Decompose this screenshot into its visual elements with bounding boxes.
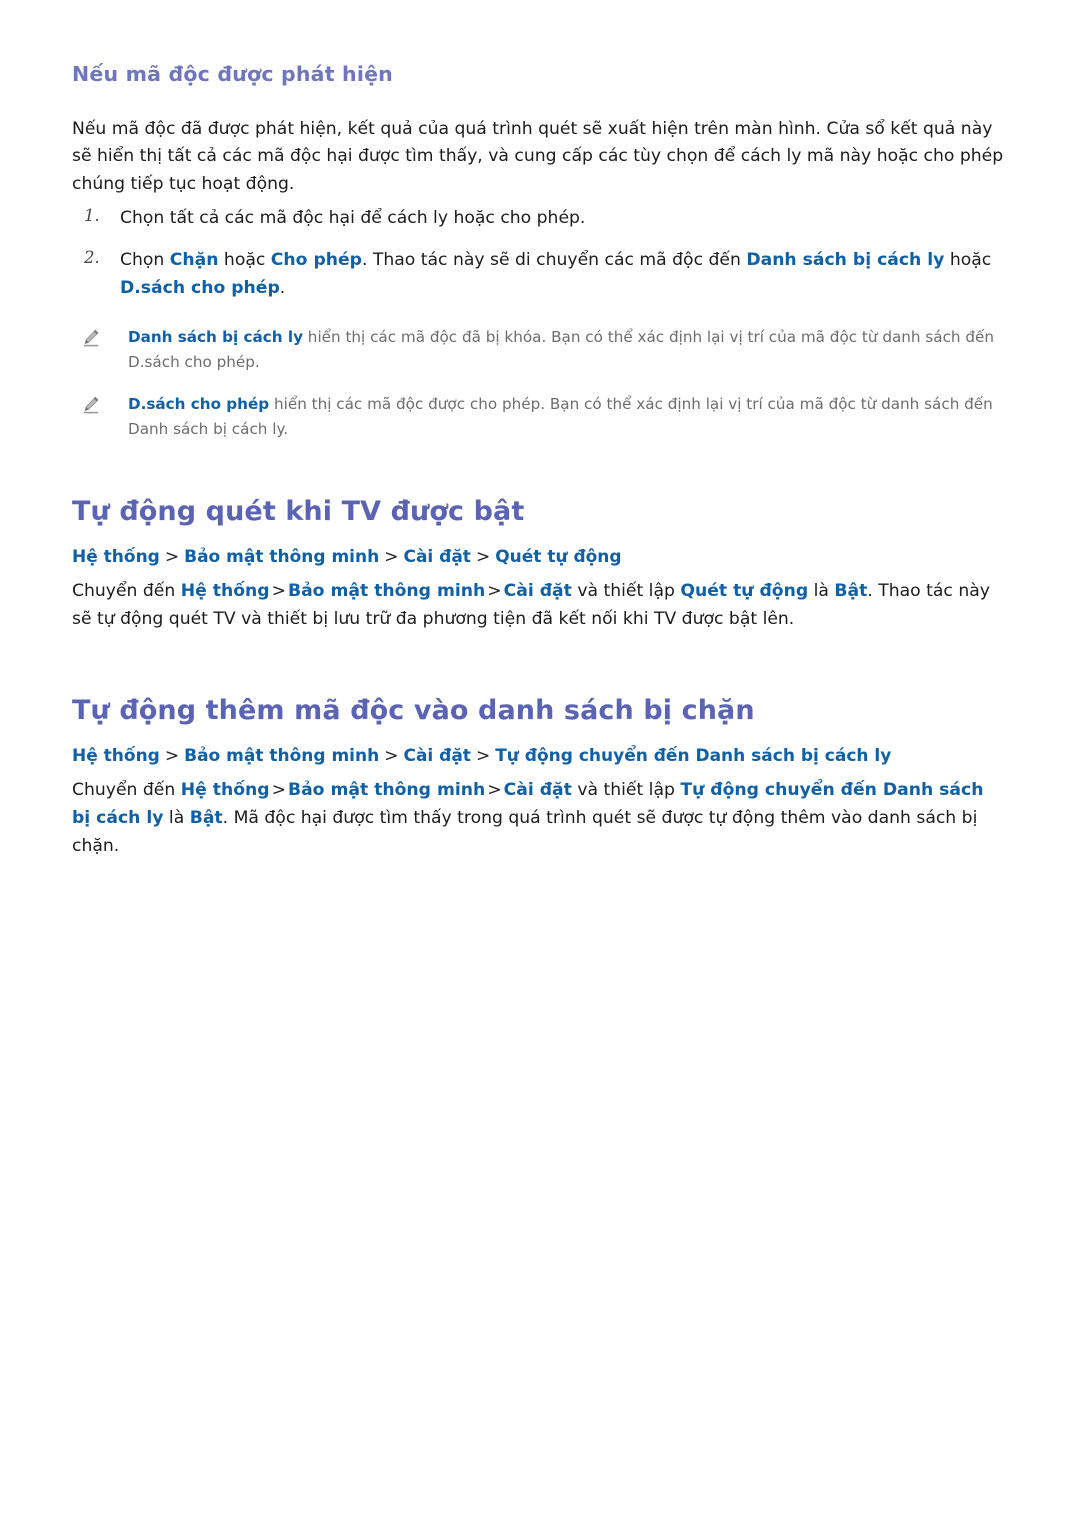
body-paragraph-autoblock: Chuyển đến Hệ thống > Bảo mật thông minh > C… bbox=[72, 777, 1007, 861]
page-title-autoblock: Tự động thêm mã độc vào danh sách bị chặ… bbox=[72, 694, 755, 726]
breadcrumb-separator: > bbox=[164, 546, 180, 567]
pencil-icon bbox=[80, 327, 102, 349]
text-run: Chuyển đến bbox=[72, 581, 181, 602]
pencil-icon bbox=[80, 394, 102, 416]
body-paragraph-autoscan: Chuyển đến Hệ thống > Bảo mật thông minh > C… bbox=[72, 578, 1007, 634]
page-title-autoscan: Tự động quét khi TV được bật bbox=[72, 495, 525, 527]
breadcrumb-separator: > bbox=[271, 581, 286, 602]
breadcrumb-separator: > bbox=[271, 780, 286, 801]
breadcrumb-separator: > bbox=[164, 745, 180, 766]
keyword: Hệ thống bbox=[180, 581, 270, 602]
breadcrumb-separator: > bbox=[475, 546, 491, 567]
keyword: D.sách cho phép bbox=[120, 277, 280, 298]
breadcrumb: Hệ thống > Bảo mật thông minh > Cài đặt > Quét… bbox=[72, 545, 1020, 571]
list-item: 1. Chọn tất cả các mã độc hại để cách ly… bbox=[72, 205, 1020, 233]
breadcrumb-item: Quét tự động bbox=[495, 546, 622, 567]
text-run: và thiết lập bbox=[571, 780, 681, 801]
breadcrumb: Hệ thống > Bảo mật thông minh > Cài đặt > Tự đ… bbox=[72, 744, 1020, 770]
note-text: D.sách cho phép hiển thị các mã độc được… bbox=[128, 395, 993, 439]
steps-list: 1. Chọn tất cả các mã độc hại để cách ly… bbox=[72, 205, 1020, 303]
breadcrumb-item: Hệ thống bbox=[72, 745, 160, 766]
keyword: Cài đặt bbox=[503, 780, 572, 801]
keyword: Chặn bbox=[169, 250, 219, 271]
keyword: Cho phép bbox=[270, 250, 362, 271]
section-heading-detected: Nếu mã độc được phát hiện bbox=[72, 62, 393, 86]
text-run: Chọn tất cả các mã độc hại để cách ly ho… bbox=[120, 208, 586, 229]
breadcrumb-item: Tự động chuyển đến Danh sách bị cách ly bbox=[495, 745, 892, 766]
breadcrumb-item: Cài đặt bbox=[403, 745, 471, 766]
keyword: Danh sách bị cách ly bbox=[746, 250, 945, 271]
keyword: Danh sách bị cách ly bbox=[128, 327, 303, 346]
keyword: Quét tự động bbox=[680, 581, 809, 602]
step-text: Chọn tất cả các mã độc hại để cách ly ho… bbox=[120, 208, 585, 228]
keyword: Hệ thống bbox=[180, 780, 270, 801]
breadcrumb-item: Bảo mật thông minh bbox=[184, 745, 380, 766]
keyword: Cài đặt bbox=[503, 581, 572, 602]
list-item: 2. Chọn Chặn hoặc Cho phép. Thao tác này… bbox=[72, 247, 1020, 303]
text-run: là bbox=[163, 807, 190, 828]
notes-list: Danh sách bị cách ly hiển thị các mã độc… bbox=[72, 325, 1020, 443]
step-number: 1. bbox=[84, 206, 100, 226]
text-run: là bbox=[808, 581, 835, 602]
breadcrumb-item: Bảo mật thông minh bbox=[184, 546, 380, 567]
text-run: hoặc bbox=[218, 250, 271, 271]
step-number: 2. bbox=[84, 248, 100, 268]
keyword: Bảo mật thông minh bbox=[287, 780, 486, 801]
section-autoblock: Tự động thêm mã độc vào danh sách bị chặ… bbox=[72, 694, 1020, 861]
breadcrumb-item: Hệ thống bbox=[72, 546, 160, 567]
breadcrumb-separator: > bbox=[487, 581, 502, 602]
note-item: D.sách cho phép hiển thị các mã độc được… bbox=[72, 392, 1020, 443]
keyword: Bật bbox=[189, 807, 223, 828]
breadcrumb-separator: > bbox=[384, 745, 399, 766]
text-run: Chọn bbox=[120, 250, 170, 271]
breadcrumb-separator: > bbox=[475, 745, 491, 766]
note-item: Danh sách bị cách ly hiển thị các mã độc… bbox=[72, 325, 1020, 376]
intro-paragraph: Nếu mã độc đã được phát hiện, kết quả củ… bbox=[72, 118, 1004, 195]
breadcrumb-separator: > bbox=[384, 546, 399, 567]
text-run: hoặc bbox=[944, 250, 992, 271]
step-text: Chọn Chặn hoặc Cho phép. Thao tác này sẽ… bbox=[120, 250, 991, 298]
section-autoscan: Tự động quét khi TV được bật Hệ thống > Bả… bbox=[72, 495, 1020, 634]
keyword: D.sách cho phép bbox=[128, 394, 270, 413]
text-run: Chuyển đến bbox=[72, 780, 181, 801]
note-text: Danh sách bị cách ly hiển thị các mã độc… bbox=[128, 328, 994, 372]
manual-page: Nếu mã độc được phát hiện Nếu mã độc đã … bbox=[0, 0, 1080, 1527]
keyword: Bảo mật thông minh bbox=[287, 581, 486, 602]
breadcrumb-separator: > bbox=[487, 780, 502, 801]
breadcrumb-item: Cài đặt bbox=[403, 546, 471, 567]
text-run: . bbox=[279, 277, 286, 298]
keyword: Bật bbox=[834, 581, 868, 602]
text-run: . Thao tác này sẽ di chuyển các mã độc đ… bbox=[361, 250, 747, 271]
text-run: và thiết lập bbox=[571, 581, 681, 602]
